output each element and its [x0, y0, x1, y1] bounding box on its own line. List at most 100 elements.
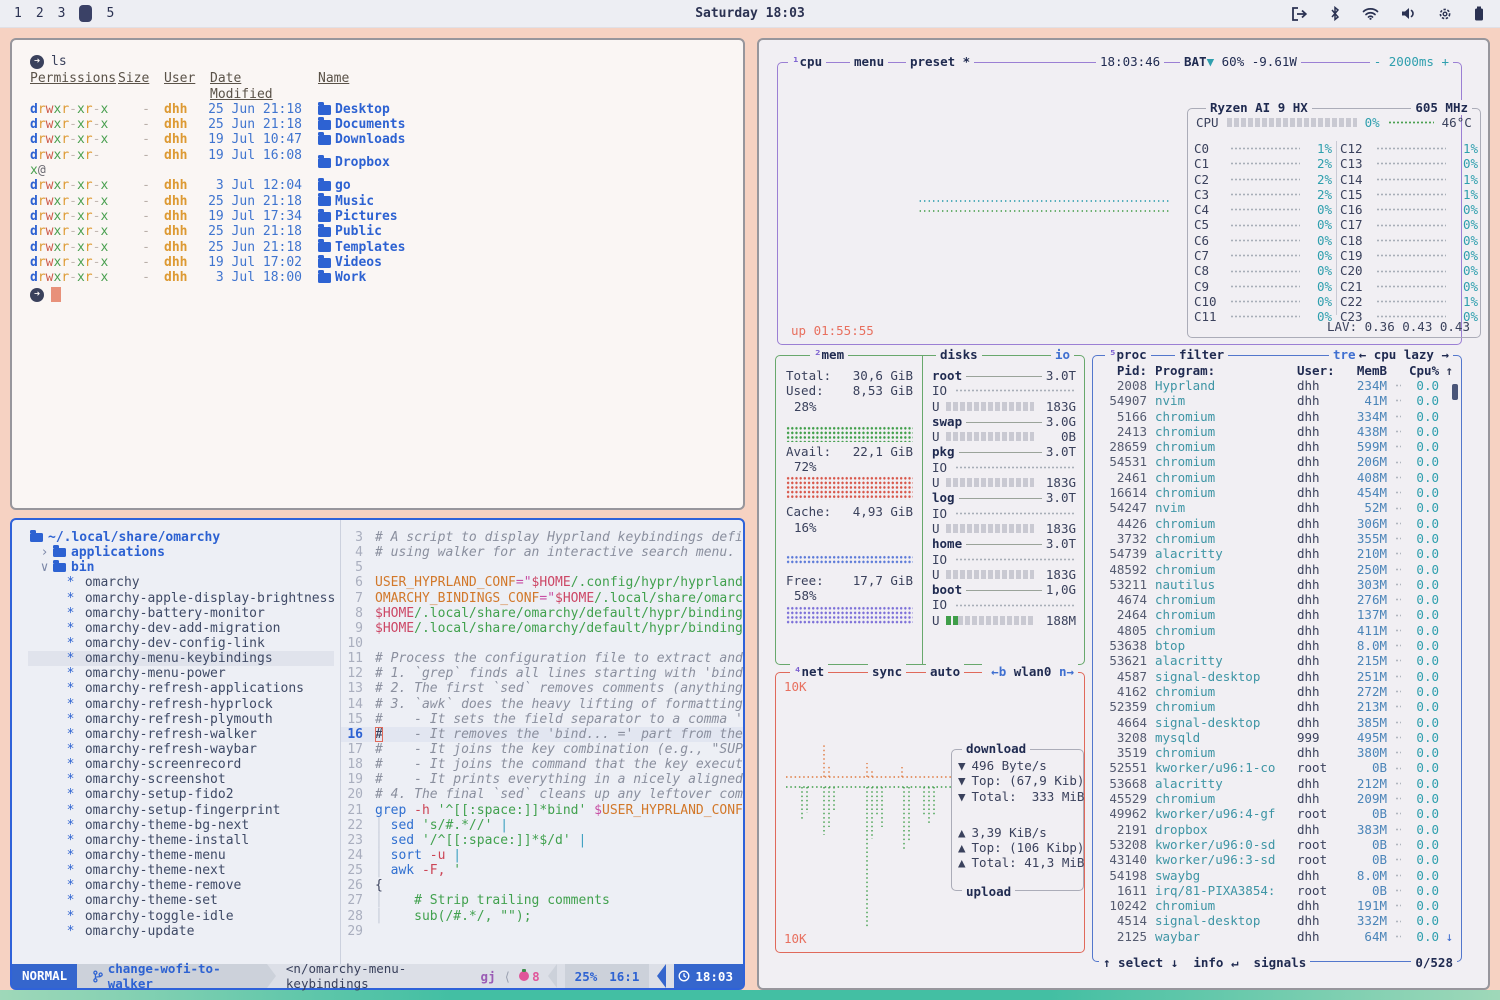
process-row[interactable]: 2464chromiumdhh137M0.0 — [1099, 607, 1453, 622]
process-row[interactable]: 54198swaybgdhh8.0M0.0 — [1099, 868, 1453, 883]
tree-item-omarchy-theme-set[interactable]: * omarchy-theme-set — [28, 893, 340, 908]
tree-item-omarchy-theme-install[interactable]: * omarchy-theme-install — [28, 833, 340, 848]
process-row[interactable]: 52359chromiumdhh213M0.0 — [1099, 699, 1453, 714]
process-row[interactable]: 48592chromiumdhh250M0.0 — [1099, 562, 1453, 577]
tree-folder-applications[interactable]: ›applications — [28, 545, 340, 560]
tree-item-omarchy-menu-keybindings[interactable]: * omarchy-menu-keybindings — [28, 651, 334, 666]
process-row[interactable]: 3732chromiumdhh355M0.0 — [1099, 531, 1453, 546]
tree-item-omarchy-refresh-plymouth[interactable]: * omarchy-refresh-plymouth — [28, 712, 340, 727]
tree-item-omarchy-toggle-idle[interactable]: * omarchy-toggle-idle — [28, 909, 340, 924]
process-row[interactable]: 1611irq/81-PIXA3854:root0B0.0 — [1099, 883, 1453, 898]
header-program[interactable]: Program: — [1147, 363, 1297, 378]
process-row[interactable]: 5166chromiumdhh334M0.0 — [1099, 409, 1453, 424]
tree-item-omarchy-setup-fingerprint[interactable]: * omarchy-setup-fingerprint — [28, 803, 340, 818]
tree-item-omarchy-refresh-walker[interactable]: * omarchy-refresh-walker — [28, 727, 340, 742]
tree-item-omarchy-theme-bg-next[interactable]: * omarchy-theme-bg-next — [28, 818, 340, 833]
tree-item-omarchy-setup-fido2[interactable]: * omarchy-setup-fido2 — [28, 787, 340, 802]
tree-item-omarchy-dev-add-migration[interactable]: * omarchy-dev-add-migration — [28, 621, 340, 636]
editor-window[interactable]: ~/.local/share/omarchy›applications∨bin*… — [10, 518, 745, 990]
process-row[interactable]: 3519chromiumdhh380M0.0 — [1099, 745, 1453, 760]
process-row[interactable]: 4664signal-desktopdhh385M0.0 — [1099, 715, 1453, 730]
terminal-window[interactable]: ➜ ls Permissions Size User Date Modified… — [10, 38, 745, 510]
battery-icon[interactable] — [1474, 6, 1484, 21]
process-row[interactable]: 45529chromiumdhh209M0.0 — [1099, 791, 1453, 806]
wifi-icon[interactable] — [1362, 7, 1379, 20]
tree-item-omarchy-menu-power[interactable]: * omarchy-menu-power — [28, 666, 340, 681]
file-date: 25 Jun 21:18 — [202, 102, 302, 117]
proc-filter-button[interactable]: filter — [1175, 347, 1228, 362]
sort-direction-icon[interactable]: ↑ — [1439, 363, 1453, 378]
proc-scrollbar-thumb[interactable] — [1452, 384, 1458, 400]
tree-item-omarchy-refresh-applications[interactable]: * omarchy-refresh-applications — [28, 681, 340, 696]
logout-icon[interactable] — [1291, 7, 1308, 21]
process-row[interactable]: 54247nvimdhh52M0.0 — [1099, 500, 1453, 515]
process-row[interactable]: 54907nvimdhh41M0.0 — [1099, 393, 1453, 408]
process-row[interactable]: 53668alacrittydhh212M0.0 — [1099, 776, 1453, 791]
system-monitor-window[interactable]: ¹cpu menu preset * 18:03:46 BAT▼ 60% -9.… — [757, 38, 1490, 990]
process-row[interactable]: 2191dropboxdhh383M0.0 — [1099, 822, 1453, 837]
process-row[interactable]: 2461chromiumdhh408M0.0 — [1099, 470, 1453, 485]
proc-panel-title[interactable]: ⁵proc — [1105, 347, 1151, 362]
tree-item-omarchy-theme-menu[interactable]: * omarchy-theme-menu — [28, 848, 340, 863]
proc-sort-mode[interactable]: ← cpu lazy → — [1355, 347, 1453, 362]
cpu-panel-title[interactable]: ¹cpu — [788, 54, 826, 69]
tree-item-omarchy-screenshot[interactable]: * omarchy-screenshot — [28, 772, 340, 787]
process-table[interactable]: 2008Hyprlanddhh234M0.054907nvimdhh41M0.0… — [1093, 378, 1461, 944]
process-row[interactable]: 53638btopdhh8.0M0.0 — [1099, 638, 1453, 653]
net-sync-button[interactable]: sync — [868, 664, 906, 679]
net-panel-title[interactable]: ⁴net — [790, 664, 828, 679]
prompt-line-2[interactable]: ➜ — [30, 287, 743, 302]
bluetooth-icon[interactable] — [1330, 6, 1340, 21]
net-auto-button[interactable]: auto — [926, 664, 964, 679]
process-row[interactable]: 54531chromiumdhh206M0.0 — [1099, 454, 1453, 469]
process-row[interactable]: 4805chromiumdhh411M0.0 — [1099, 623, 1453, 638]
process-row[interactable]: 53208kworker/u96:0-sdroot0B0.0 — [1099, 837, 1453, 852]
scroll-down-icon[interactable]: ↓ — [1439, 929, 1453, 944]
process-row[interactable]: 4162chromiumdhh272M0.0 — [1099, 684, 1453, 699]
header-pid[interactable]: Pid: — [1099, 363, 1147, 378]
process-row[interactable]: 16614chromiumdhh454M0.0 — [1099, 485, 1453, 500]
refresh-interval-control[interactable]: - 2000ms + — [1370, 54, 1453, 69]
code-pane[interactable]: 3# A script to display Hyprland keybindi… — [340, 520, 743, 964]
process-row[interactable]: 52551kworker/u96:1-coroot0B0.0 — [1099, 760, 1453, 775]
process-row[interactable]: 4426chromiumdhh306M0.0 — [1099, 516, 1453, 531]
net-interface-switcher[interactable]: ←b wlan0 n→ — [987, 664, 1078, 679]
process-row[interactable]: 4674chromiumdhh276M0.0 — [1099, 592, 1453, 607]
process-row[interactable]: 28659chromiumdhh599M0.0 — [1099, 439, 1453, 454]
process-row[interactable]: 10242chromiumdhh191M0.0 — [1099, 898, 1453, 913]
process-row[interactable]: 4587signal-desktopdhh251M0.0 — [1099, 669, 1453, 684]
process-cpu: 0.0 — [1409, 577, 1439, 592]
tree-item-omarchy-theme-next[interactable]: * omarchy-theme-next — [28, 863, 340, 878]
chevron-down-icon[interactable]: ∨ — [38, 560, 51, 575]
tree-item-omarchy-apple-display-brightness[interactable]: * omarchy-apple-display-brightness — [28, 591, 340, 606]
header-user[interactable]: User: — [1297, 363, 1341, 378]
chevron-right-icon[interactable]: › — [38, 545, 51, 560]
header-cpu[interactable]: Cpu% — [1409, 363, 1439, 378]
process-row[interactable]: 3208mysqld999495M0.0 — [1099, 730, 1453, 745]
menu-button[interactable]: menu — [850, 54, 888, 69]
tree-item-omarchy-refresh-waybar[interactable]: * omarchy-refresh-waybar — [28, 742, 340, 757]
volume-icon[interactable] — [1401, 7, 1416, 20]
tree-item-omarchy-screenrecord[interactable]: * omarchy-screenrecord — [28, 757, 340, 772]
tree-folder-bin[interactable]: ∨bin — [28, 560, 340, 575]
preset-button[interactable]: preset * — [906, 54, 974, 69]
tree-item-omarchy[interactable]: * omarchy — [28, 575, 340, 590]
tree-item-omarchy-battery-monitor[interactable]: * omarchy-battery-monitor — [28, 606, 340, 621]
gear-icon[interactable] — [1438, 7, 1452, 21]
process-row[interactable]: 4514signal-desktopdhh332M0.0 — [1099, 913, 1453, 928]
process-row[interactable]: 53621alacrittydhh215M0.0 — [1099, 653, 1453, 668]
tree-item-omarchy-theme-remove[interactable]: * omarchy-theme-remove — [28, 878, 340, 893]
tree-item-omarchy-update[interactable]: * omarchy-update — [28, 924, 340, 939]
process-row[interactable]: 54739alacrittydhh210M0.0 — [1099, 546, 1453, 561]
file-tree[interactable]: ~/.local/share/omarchy›applications∨bin*… — [12, 520, 340, 964]
process-row[interactable]: 49962kworker/u96:4-gfroot0B0.0 — [1099, 806, 1453, 821]
process-row[interactable]: 53211nautilusdhh303M0.0 — [1099, 577, 1453, 592]
tree-item-omarchy-dev-config-link[interactable]: * omarchy-dev-config-link — [28, 636, 340, 651]
process-row[interactable]: 2125waybardhh64M0.0↓ — [1099, 929, 1453, 944]
process-row[interactable]: 43140kworker/u96:3-sdroot0B0.0 — [1099, 852, 1453, 867]
process-row[interactable]: 2008Hyprlanddhh234M0.0 — [1099, 378, 1453, 393]
process-row[interactable]: 2413chromiumdhh438M0.0 — [1099, 424, 1453, 439]
tree-folder-~/.local/share/omarchy[interactable]: ~/.local/share/omarchy — [28, 530, 340, 545]
header-memb[interactable]: MemB — [1341, 363, 1387, 378]
tree-item-omarchy-refresh-hyprlock[interactable]: * omarchy-refresh-hyprlock — [28, 697, 340, 712]
